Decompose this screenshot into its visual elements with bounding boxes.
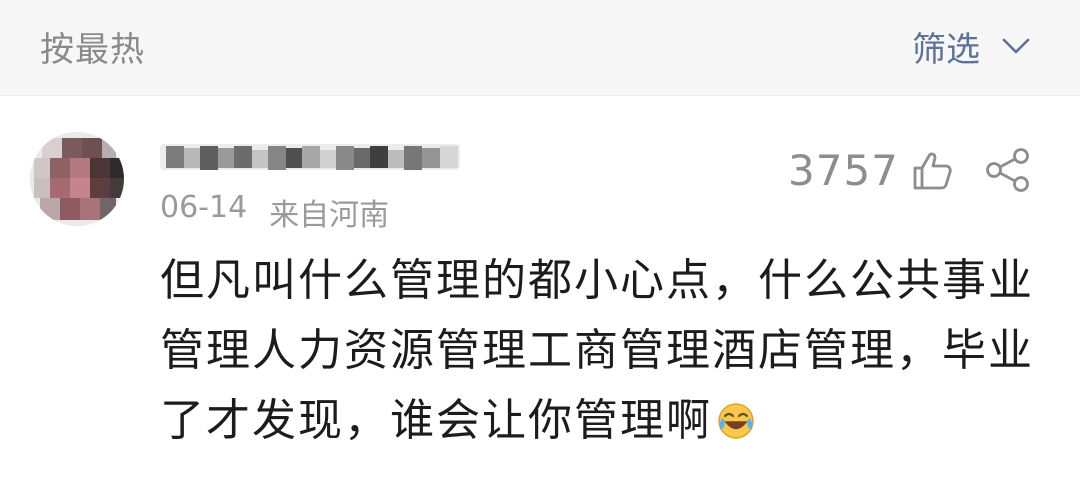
avatar[interactable] [30, 132, 124, 226]
comment-meta: 06-14 来自河南 [160, 190, 389, 234]
sort-hottest-button[interactable]: 按最热 [40, 22, 145, 71]
comment-text-line: 但凡叫什么管理的都小心点，什么公共事业 [160, 255, 1034, 306]
like-count: 3757 [788, 146, 899, 195]
comment-sort-bar: 按最热 筛选 [0, 0, 1080, 96]
filter-button[interactable]: 筛选 [912, 22, 1030, 70]
comment-location: 来自河南 [269, 198, 390, 233]
comment-date: 06-14 [160, 190, 248, 225]
comment-text-line: 了才发现，谁会让你管理啊 [160, 386, 1040, 456]
share-button[interactable] [984, 148, 1032, 192]
share-icon [984, 148, 1032, 192]
laughing-crying-emoji-icon [716, 401, 756, 441]
comment-text-line: 管理人力资源管理工商管理酒店管理，毕业 [160, 325, 1034, 376]
chevron-down-icon [1002, 37, 1030, 55]
thumbs-up-icon [911, 150, 953, 192]
like-button[interactable]: 3757 [788, 146, 953, 195]
comment-text-line-3: 了才发现，谁会让你管理啊 [160, 395, 712, 446]
username-blurred[interactable] [160, 134, 462, 178]
filter-label: 筛选 [912, 29, 980, 70]
comment-item: 06-14 来自河南 3757 但凡叫什么管理的都小心点，什么公共事业 管理人力… [0, 96, 1080, 495]
comment-text: 但凡叫什么管理的都小心点，什么公共事业 管理人力资源管理工商管理酒店管理，毕业 … [160, 246, 1040, 456]
